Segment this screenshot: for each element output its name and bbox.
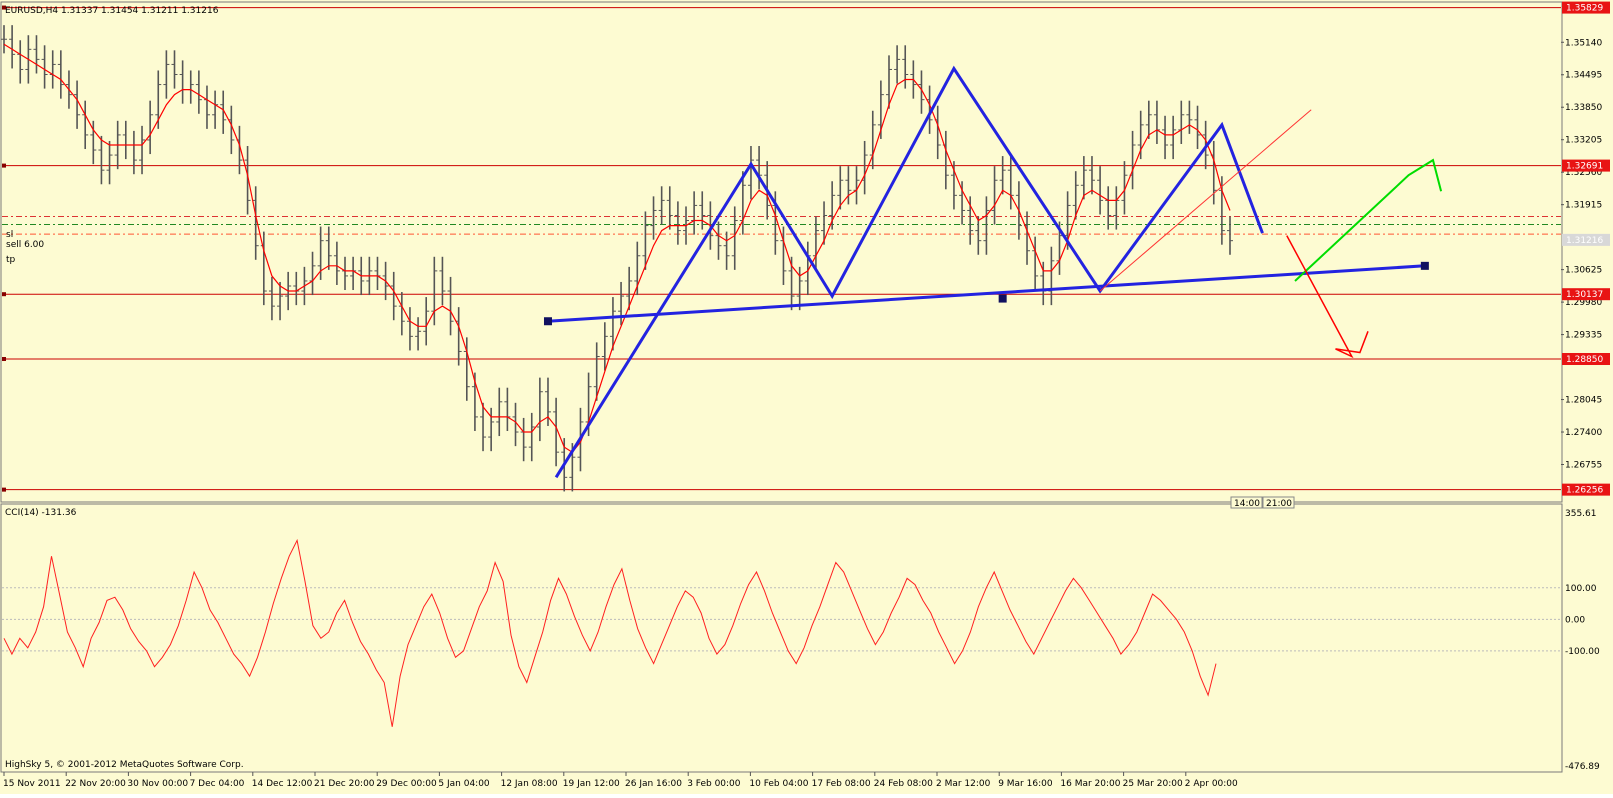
time-tick-label: 3 Feb 00:00 <box>687 779 741 789</box>
chart-canvas[interactable]: 1.351401.344951.338501.332051.325601.319… <box>0 0 1613 794</box>
level-marker <box>2 292 6 297</box>
time-tick-label: 16 Mar 20:00 <box>1060 779 1120 789</box>
sell-line-label: sell 6.00 <box>6 240 44 250</box>
cci-tick-label: 355.61 <box>1565 509 1597 519</box>
session-label-1: 14:00 <box>1234 499 1260 509</box>
neckline <box>547 264 1425 323</box>
moving-average-line <box>3 43 1231 453</box>
price-tick-label: 1.34495 <box>1565 71 1602 81</box>
tp-line-label: tp <box>6 255 16 265</box>
main-chart-header: EURUSD,H4 1.31337 1.31454 1.31211 1.3121… <box>5 6 219 16</box>
cci-line <box>3 538 1217 727</box>
level-marker <box>2 163 6 168</box>
time-tick-label: 26 Jan 16:00 <box>625 779 682 789</box>
time-tick-label: 22 Nov 20:00 <box>65 779 126 789</box>
cci-tick-label: 0.00 <box>1565 615 1585 625</box>
time-tick-label: 19 Jan 12:00 <box>563 779 620 789</box>
price-tick-label: 1.33850 <box>1565 103 1602 113</box>
copyright-footer: HighSky 5, © 2001-2012 MetaQuotes Softwa… <box>5 760 244 770</box>
time-tick-label: 9 Mar 16:00 <box>998 779 1053 789</box>
order-lines <box>2 215 1561 235</box>
forecast-up-arrow <box>1294 158 1443 282</box>
cci-tick-label: 100.00 <box>1565 584 1597 594</box>
price-axis: 1.351401.344951.338501.332051.325601.319… <box>1561 1 1610 496</box>
cci-levels <box>2 587 1561 652</box>
time-tick-label: 21 Dec 20:00 <box>314 779 375 789</box>
price-tag-label: 1.31216 <box>1566 236 1603 246</box>
forecast-down-arrow <box>1286 235 1369 359</box>
level-marker <box>2 487 6 492</box>
price-tag-label: 1.26256 <box>1566 486 1603 496</box>
time-tick-label: 25 Mar 20:00 <box>1123 779 1183 789</box>
price-bars <box>1 25 1233 492</box>
price-tick-label: 1.29335 <box>1565 331 1602 341</box>
time-tick-label: 30 Nov 00:00 <box>127 779 188 789</box>
horizontal-levels <box>2 5 1561 492</box>
cci-header: CCI(14) -131.36 <box>5 508 77 518</box>
price-tick-label: 1.28045 <box>1565 396 1602 406</box>
time-tick-label: 7 Dec 04:00 <box>190 779 245 789</box>
price-tag-label: 1.28850 <box>1566 355 1603 365</box>
time-tick-label: 10 Feb 04:00 <box>749 779 808 789</box>
time-tick-label: 2 Apr 00:00 <box>1185 779 1238 789</box>
moving-average-layer <box>3 43 1231 453</box>
time-tick-label: 29 Dec 00:00 <box>376 779 437 789</box>
session-label-2: 21:00 <box>1266 499 1292 509</box>
cci-tick-label: -476.89 <box>1565 762 1600 772</box>
cci-line-layer <box>3 538 1217 727</box>
price-tick-label: 1.30625 <box>1565 266 1602 276</box>
price-tag-label: 1.32691 <box>1566 162 1603 172</box>
time-tick-label: 5 Jan 04:00 <box>438 779 490 789</box>
price-tick-label: 1.33205 <box>1565 136 1602 146</box>
price-tag-label: 1.35829 <box>1566 4 1603 14</box>
neckline-anchor <box>543 317 552 326</box>
time-tick-label: 17 Feb 08:00 <box>812 779 871 789</box>
price-tick-label: 1.27400 <box>1565 428 1602 438</box>
neckline-anchor <box>1420 261 1429 270</box>
session-time-boxes: 14:00 21:00 <box>1230 496 1295 509</box>
forecast-layer <box>1286 158 1443 359</box>
sl-line-label: sl <box>6 230 13 240</box>
pattern-layer <box>543 65 1429 479</box>
time-axis: 15 Nov 2011 22 Nov 20:00 30 Nov 00:00 7 Dec… <box>3 772 1238 789</box>
time-tick-label: 15 Nov 2011 <box>3 779 61 789</box>
cci-tick-label: -100.00 <box>1565 647 1600 657</box>
neckline-anchor <box>998 294 1007 303</box>
time-tick-label: 24 Feb 08:00 <box>874 779 933 789</box>
price-tick-label: 1.26755 <box>1565 460 1602 470</box>
main-panel-frame <box>0 1 1563 503</box>
time-tick-label: 12 Jan 08:00 <box>501 779 558 789</box>
time-tick-label: 14 Dec 12:00 <box>252 779 313 789</box>
time-tick-label: 2 Mar 12:00 <box>936 779 991 789</box>
price-tag-label: 1.30137 <box>1566 290 1603 300</box>
indicator-panel-frame <box>0 503 1563 773</box>
price-tick-label: 1.31915 <box>1565 201 1602 211</box>
price-tick-label: 1.35140 <box>1565 38 1602 48</box>
chart-window[interactable]: 1.35140 1.34495 1.33850 1.33205 1.32560 1.319… <box>0 0 1613 794</box>
cci-axis: 355.61 100.00 0.00 -100.00 -476.89 <box>1565 509 1600 772</box>
level-marker <box>2 357 6 362</box>
